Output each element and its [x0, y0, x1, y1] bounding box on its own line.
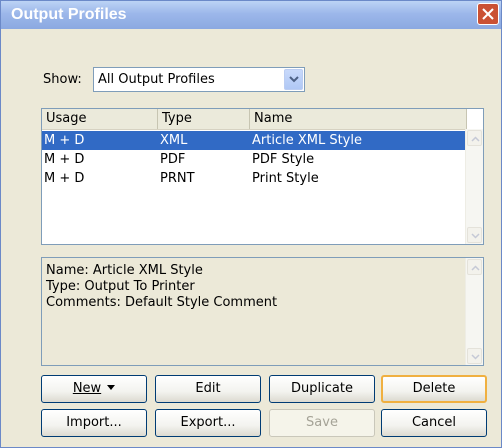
- title-bar[interactable]: Output Profiles: [1, 1, 501, 29]
- save-button-label: Save: [306, 415, 338, 430]
- details-type-line: Type: Output To Printer: [46, 279, 195, 294]
- dropdown-caret-icon: [107, 385, 116, 390]
- edit-button-label: Edit: [195, 381, 221, 396]
- import-button[interactable]: Import...: [41, 409, 147, 437]
- show-filter-value: All Output Profiles: [98, 72, 215, 87]
- new-button[interactable]: New: [41, 375, 147, 403]
- chevron-down-icon: [471, 354, 480, 360]
- usage-cell: M + D: [44, 133, 85, 148]
- scroll-up-button[interactable]: [467, 259, 482, 275]
- import-button-label: Import...: [66, 415, 122, 430]
- delete-button[interactable]: Delete: [381, 375, 487, 403]
- delete-button-label: Delete: [412, 381, 456, 396]
- export-button-label: Export...: [180, 415, 236, 430]
- type-cell: PRNT: [160, 171, 195, 186]
- profiles-list[interactable]: Usage Type Name M + D XML Article XML St…: [41, 108, 484, 245]
- dropdown-arrow-button[interactable]: [284, 69, 303, 90]
- column-header-type[interactable]: Type: [158, 109, 250, 129]
- show-filter-select[interactable]: All Output Profiles: [93, 67, 305, 92]
- profile-details-box: Name: Article XML Style Type: Output To …: [41, 257, 484, 366]
- output-profiles-dialog: Output Profiles Show: All Output Profile…: [0, 0, 502, 448]
- cancel-button-label: Cancel: [411, 415, 457, 430]
- column-header-name[interactable]: Name: [250, 109, 467, 129]
- edit-button[interactable]: Edit: [155, 375, 261, 403]
- close-button[interactable]: [477, 3, 499, 25]
- type-cell: XML: [160, 133, 188, 148]
- name-cell: PDF Style: [252, 152, 315, 167]
- table-row[interactable]: M + D PRNT Print Style: [42, 169, 467, 188]
- chevron-down-icon: [289, 76, 299, 83]
- show-label: Show:: [43, 72, 82, 87]
- usage-cell: M + D: [44, 171, 85, 186]
- details-name-line: Name: Article XML Style: [46, 263, 203, 278]
- cancel-button[interactable]: Cancel: [381, 409, 487, 437]
- details-scrollbar[interactable]: [465, 258, 483, 365]
- table-row[interactable]: M + D PDF PDF Style: [42, 150, 467, 169]
- list-header: Usage Type Name: [42, 109, 467, 130]
- table-row[interactable]: M + D XML Article XML Style: [42, 131, 467, 150]
- type-cell: PDF: [160, 152, 186, 167]
- chevron-up-icon: [471, 265, 480, 271]
- scroll-up-button[interactable]: [467, 130, 482, 146]
- details-comments-line: Comments: Default Style Comment: [46, 295, 278, 310]
- list-scrollbar[interactable]: [465, 129, 483, 244]
- export-button[interactable]: Export...: [155, 409, 261, 437]
- chevron-up-icon: [471, 136, 480, 142]
- duplicate-button-label: Duplicate: [291, 381, 353, 396]
- scroll-down-button[interactable]: [467, 227, 482, 243]
- name-cell: Print Style: [252, 171, 319, 186]
- duplicate-button[interactable]: Duplicate: [269, 375, 375, 403]
- new-button-label: New: [72, 381, 102, 396]
- usage-cell: M + D: [44, 152, 85, 167]
- window-title: Output Profiles: [11, 6, 127, 23]
- column-header-usage[interactable]: Usage: [42, 109, 158, 129]
- chevron-down-icon: [471, 233, 480, 239]
- close-icon: [482, 8, 494, 20]
- scroll-down-button[interactable]: [467, 348, 482, 364]
- name-cell: Article XML Style: [252, 133, 362, 148]
- save-button[interactable]: Save: [269, 409, 375, 437]
